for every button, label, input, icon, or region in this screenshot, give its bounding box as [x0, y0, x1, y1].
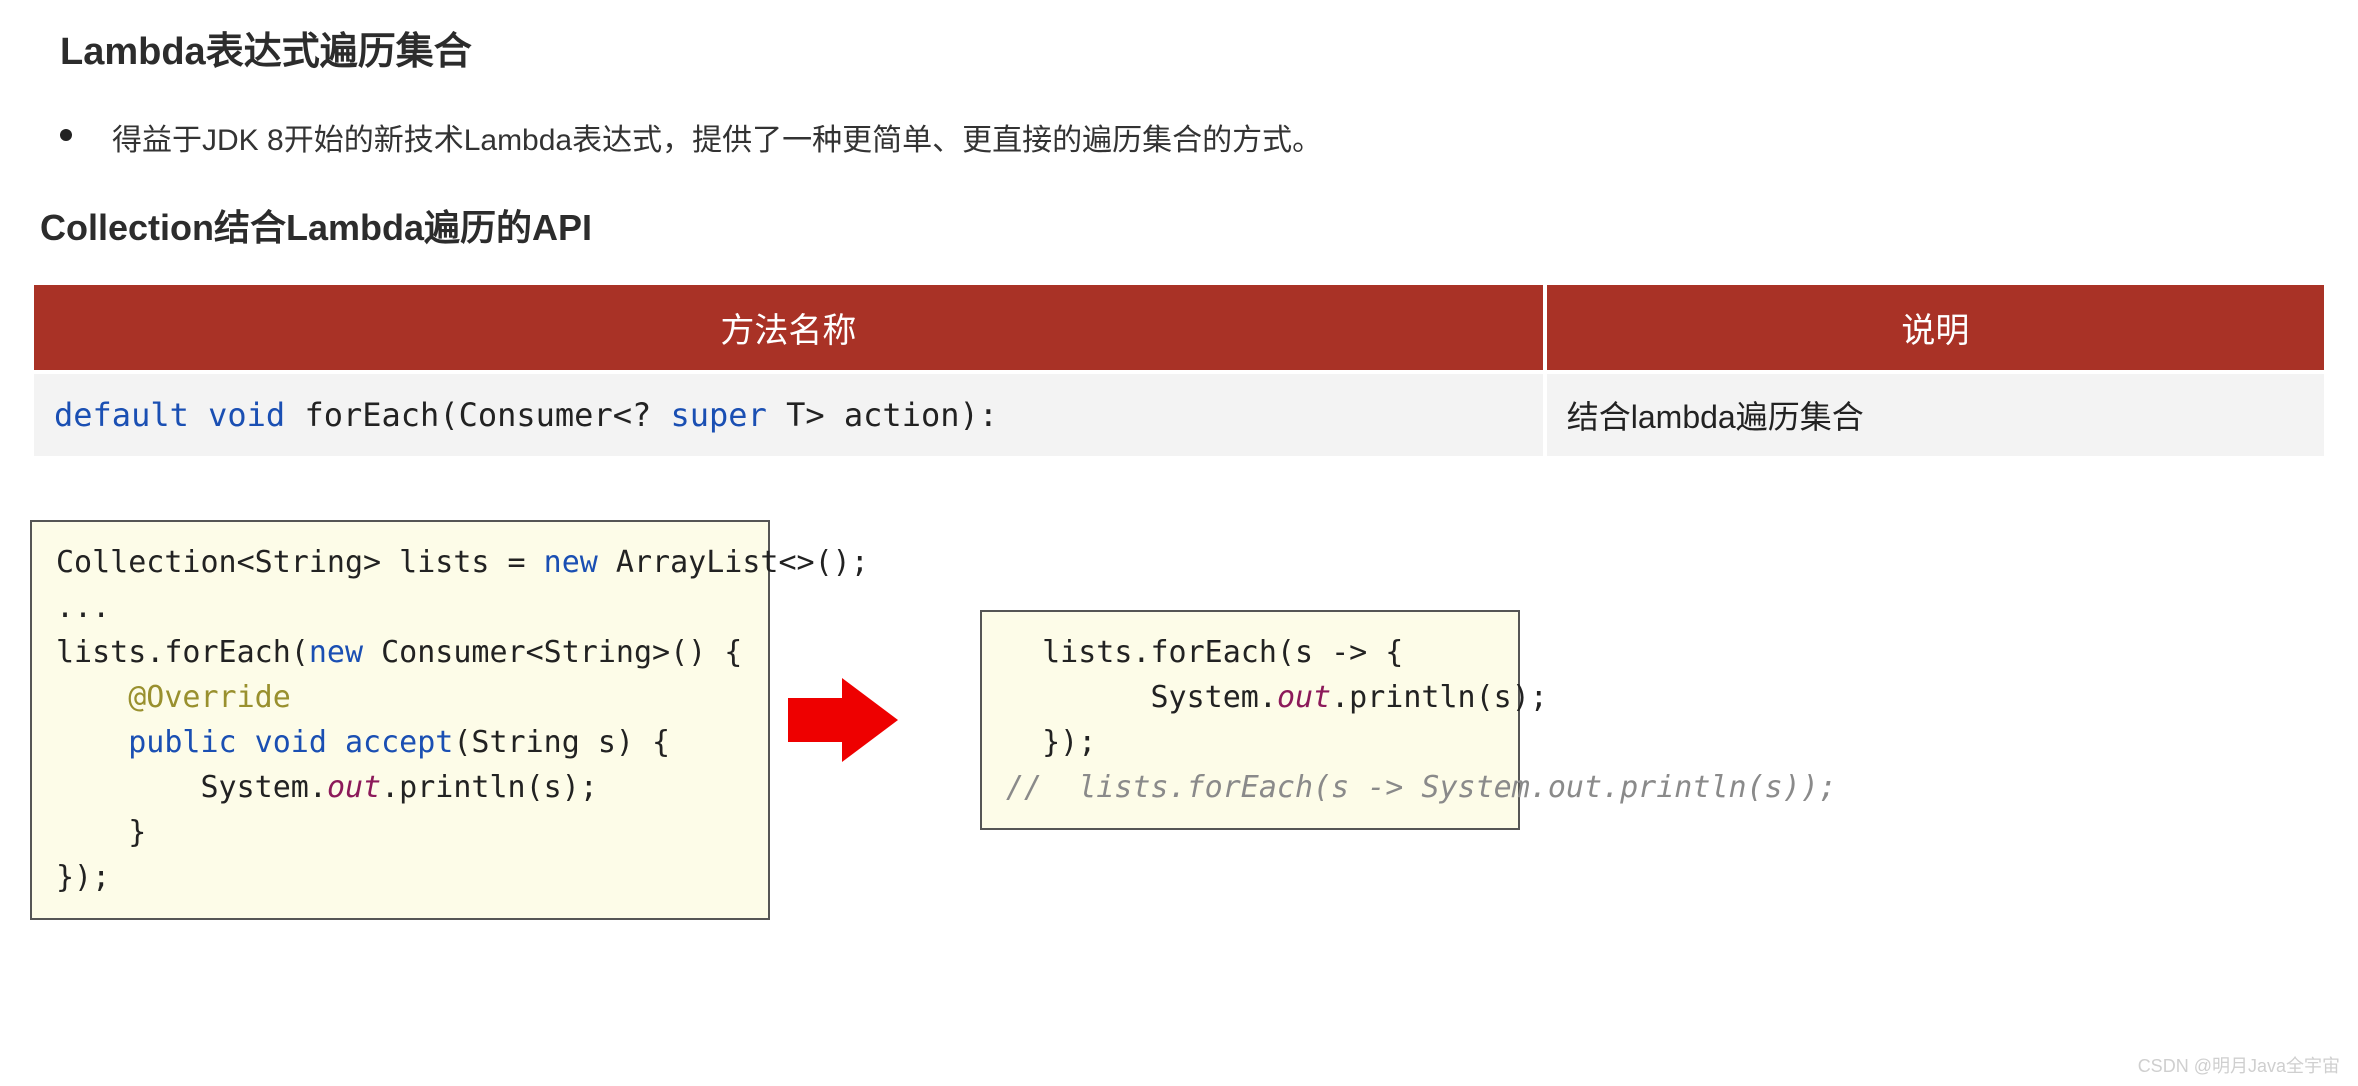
th-method: 方法名称: [34, 285, 1543, 370]
watermark-text: CSDN @明月Java全宇宙: [2138, 1052, 2340, 1078]
code-line: Consumer<String>() {: [363, 635, 742, 670]
method-signature-cell: default void forEach(Consumer<? super T>…: [34, 374, 1543, 456]
kw-super: super: [671, 396, 767, 434]
bullet-text: 得益于JDK 8开始的新技术Lambda表达式，提供了一种更简单、更直接的遍历集…: [112, 115, 1322, 159]
code-line: }: [56, 815, 146, 850]
code-comment: // lists.forEach(s -> System.out.println…: [1006, 770, 1837, 805]
api-table: 方法名称 说明 default void forEach(Consumer<? …: [30, 281, 2328, 460]
field-out: out: [327, 770, 381, 805]
code-line: });: [56, 860, 110, 895]
code-line: Collection<String> lists =: [56, 545, 544, 580]
code-line: });: [1006, 725, 1096, 760]
code-line: (String s) {: [453, 725, 670, 760]
annotation-override: @Override: [56, 680, 291, 715]
bullet-dot-icon: [60, 129, 72, 141]
bullet-item: 得益于JDK 8开始的新技术Lambda表达式，提供了一种更简单、更直接的遍历集…: [60, 115, 2328, 159]
code-line: lists.forEach(s -> {: [1006, 635, 1403, 670]
code-line: System.: [56, 770, 327, 805]
th-desc: 说明: [1547, 285, 2324, 370]
method-accept: accept: [345, 725, 453, 760]
page-title: Lambda表达式遍历集合: [60, 20, 2328, 75]
table-row: default void forEach(Consumer<? super T>…: [34, 374, 2324, 456]
code-box-after: lists.forEach(s -> { System.out.println(…: [980, 610, 1520, 830]
kw-default-void: default void: [54, 396, 285, 434]
code-line: .println(s);: [1331, 680, 1548, 715]
code-line: System.: [1006, 680, 1277, 715]
code-comparison-row: Collection<String> lists = new ArrayList…: [30, 520, 2328, 920]
code-line: .println(s);: [381, 770, 598, 805]
code-box-before: Collection<String> lists = new ArrayList…: [30, 520, 770, 920]
table-header-row: 方法名称 说明: [34, 285, 2324, 370]
arrow-wrap: [810, 678, 930, 762]
code-line: lists.forEach(: [56, 635, 309, 670]
code-line: ArrayList<>();: [598, 545, 869, 580]
kw-new: new: [544, 545, 598, 580]
kw-new: new: [309, 635, 363, 670]
kw-public-void: public void: [56, 725, 345, 760]
sig-part-4: T> action):: [767, 396, 998, 434]
sig-part-2: forEach(Consumer<?: [285, 396, 670, 434]
sub-heading: Collection结合Lambda遍历的API: [40, 199, 2328, 251]
right-arrow-icon: [842, 678, 898, 762]
field-out: out: [1277, 680, 1331, 715]
code-line: ...: [56, 590, 110, 625]
method-desc-cell: 结合lambda遍历集合: [1547, 374, 2324, 456]
